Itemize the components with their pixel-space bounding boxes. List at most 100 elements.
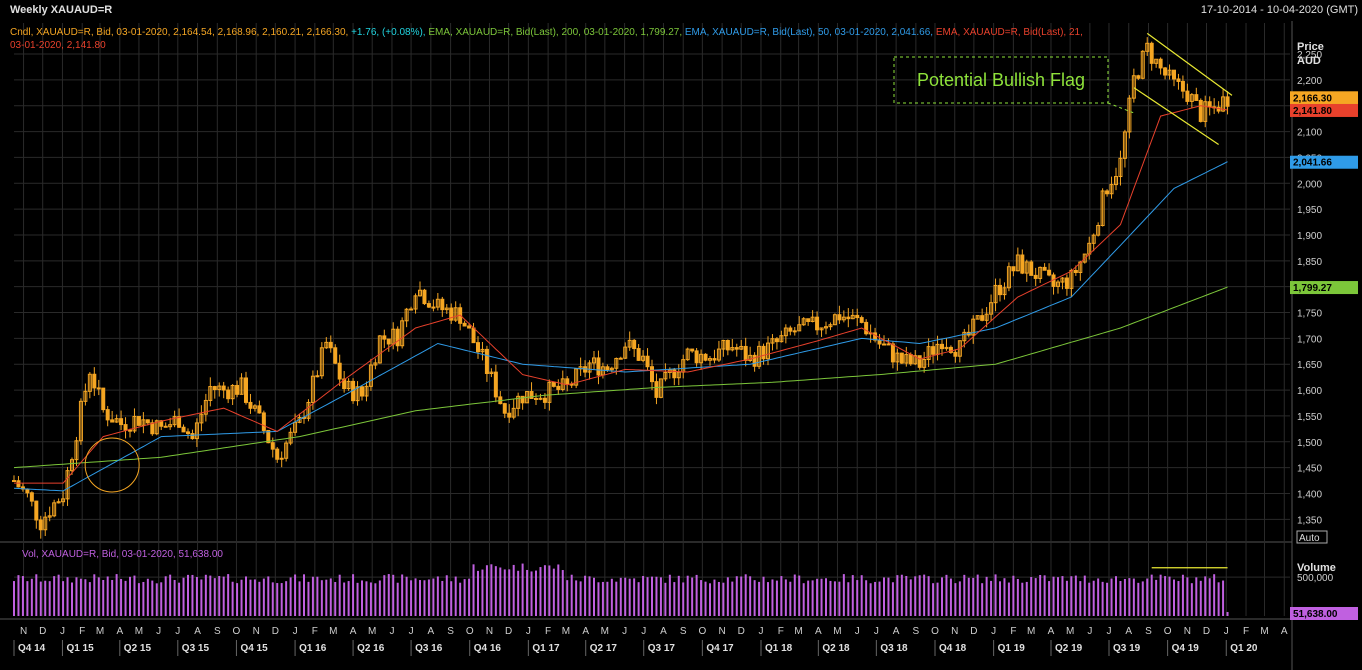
quarter-label: Q3 18 <box>880 643 908 654</box>
month-label: J <box>526 626 531 637</box>
price-chart[interactable]: NDJFMAMJJASONDJFMAMJJASONDJFMAMJJASONDJF… <box>0 0 1362 670</box>
candle-body <box>882 343 886 346</box>
quarter-label: Q2 18 <box>822 643 850 654</box>
legend-line-1-part: EMA, XAUAUD=R, Bid(Last), 50, 03-01-2020… <box>685 27 936 38</box>
volume-badge-label: 51,638.00 <box>1293 609 1338 620</box>
candle-body <box>484 348 489 374</box>
candle-body <box>426 303 431 308</box>
price-tick-label: 1,700 <box>1297 334 1322 345</box>
quarter-label: Q1 18 <box>765 643 793 654</box>
candle-body <box>855 314 860 319</box>
month-label: F <box>312 626 318 637</box>
month-label: M <box>329 626 337 637</box>
candle-body <box>471 327 476 344</box>
candle-body <box>101 387 106 411</box>
month-label: S <box>680 626 687 637</box>
month-label: D <box>1203 626 1210 637</box>
candle-body <box>337 362 342 380</box>
candle-body <box>1047 269 1052 276</box>
candle-body <box>859 317 864 323</box>
candle-body <box>386 338 391 345</box>
chart-background <box>0 21 1362 670</box>
quarter-label: Q1 16 <box>299 643 327 654</box>
quarter-label: Q1 20 <box>1230 643 1258 654</box>
month-label: J <box>175 626 180 637</box>
chart-window: Weekly XAUAUD=R 17-10-2014 - 10-04-2020 … <box>0 0 1362 670</box>
quarter-label: Q4 17 <box>706 643 734 654</box>
month-label: M <box>562 626 570 637</box>
candle-body <box>886 343 891 346</box>
candle-body <box>1105 190 1110 195</box>
month-label: F <box>1010 626 1016 637</box>
candle-body <box>1172 69 1176 80</box>
quarter-label: Q4 18 <box>939 643 967 654</box>
legend-line-1-part: EMA, XAUAUD=R, Bid(Last), 21, <box>936 27 1083 38</box>
quarter-label: Q1 19 <box>998 643 1026 654</box>
candle-body <box>315 375 320 378</box>
candle-body <box>899 352 904 364</box>
candle-body <box>1163 67 1168 76</box>
quarter-label: Q3 19 <box>1113 643 1141 654</box>
price-badge-label: 2,141.80 <box>1293 106 1332 117</box>
month-label: A <box>116 626 123 637</box>
candle-body <box>467 325 472 329</box>
month-label: A <box>1125 626 1132 637</box>
candle-body <box>1180 80 1185 92</box>
month-label: A <box>427 626 434 637</box>
candle-body <box>25 488 30 494</box>
candle-body <box>270 442 275 450</box>
price-tick-label: 1,850 <box>1297 257 1322 268</box>
candle-body <box>119 418 124 426</box>
candle-body <box>1149 42 1154 64</box>
candle-body <box>96 387 101 390</box>
auto-scale-label: Auto <box>1299 533 1320 544</box>
month-label: A <box>1281 626 1288 637</box>
candle-body <box>1033 274 1038 279</box>
month-label: M <box>135 626 143 637</box>
quarter-label: Q4 16 <box>474 643 502 654</box>
price-tick-label: 1,450 <box>1297 464 1322 475</box>
candle-body <box>645 355 650 368</box>
volume-legend-part: Vol, XAUAUD=R, Bid, 03-01-2020, 51,638.0… <box>22 549 223 560</box>
month-label: D <box>272 626 279 637</box>
month-label: F <box>1243 626 1249 637</box>
candle-body <box>837 314 842 321</box>
legend-line-2: 03-01-2020, 2,141.80 <box>10 40 106 51</box>
candle-body <box>1073 269 1078 274</box>
candle-body <box>1185 90 1190 102</box>
month-label: J <box>641 626 646 637</box>
candle-body <box>507 412 512 418</box>
volume-tick-label: 500,000 <box>1297 573 1334 584</box>
month-label: A <box>815 626 822 637</box>
month-label: M <box>794 626 802 637</box>
candle-body <box>181 426 186 433</box>
candle-body <box>556 385 561 390</box>
month-label: S <box>1145 626 1152 637</box>
candle-body <box>864 321 869 335</box>
candle-body <box>431 306 436 309</box>
candle-body <box>712 358 717 361</box>
candle-body <box>136 415 141 426</box>
month-label: M <box>1027 626 1035 637</box>
candle-body <box>650 366 654 383</box>
price-tick-label: 1,750 <box>1297 309 1322 320</box>
legend-line-1-part: Cndl, XAUAUD=R, Bid, 03-01-2020, 2,164.5… <box>10 27 351 38</box>
candle-body <box>248 401 253 409</box>
candle-body <box>34 500 39 521</box>
quarter-label: Q4 14 <box>18 643 46 654</box>
candle-body <box>261 412 266 431</box>
price-axis-title: Price <box>1297 41 1324 53</box>
candle-body <box>998 284 1002 296</box>
quarter-label: Q2 19 <box>1055 643 1083 654</box>
quarter-label: Q2 17 <box>590 643 618 654</box>
month-label: F <box>545 626 551 637</box>
month-label: O <box>233 626 241 637</box>
candle-body <box>257 405 262 414</box>
candle-body <box>105 409 110 421</box>
candle-body <box>1207 101 1212 108</box>
month-label: D <box>970 626 977 637</box>
month-label: N <box>486 626 493 637</box>
quarter-label: Q4 15 <box>240 643 268 654</box>
price-tick-label: 2,100 <box>1297 128 1322 139</box>
candle-body <box>279 457 284 460</box>
